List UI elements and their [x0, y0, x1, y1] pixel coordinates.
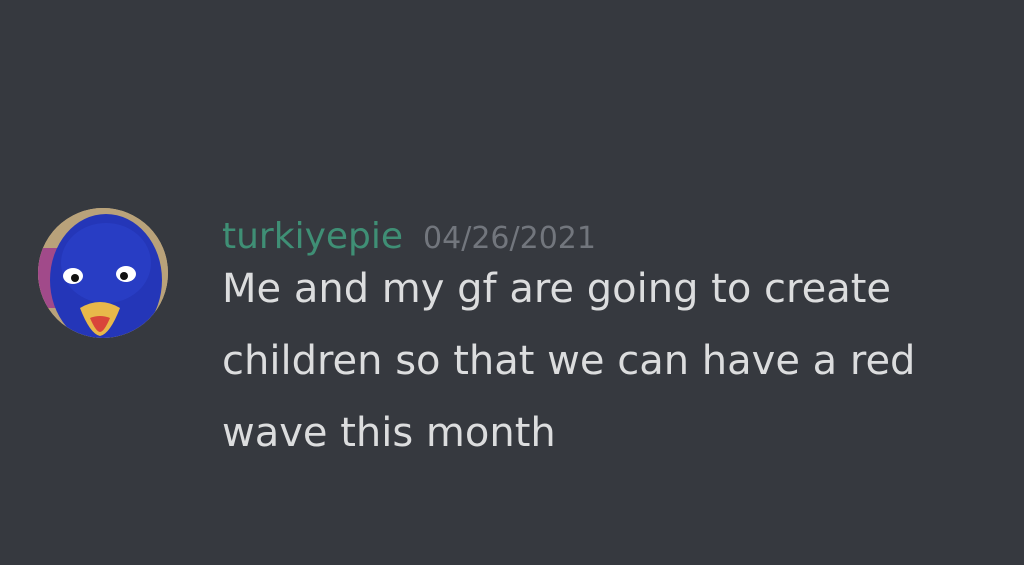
blue-bird-avatar-icon [38, 208, 168, 338]
username[interactable]: turkiyepie [222, 216, 403, 257]
timestamp: 04/26/2021 [423, 221, 596, 256]
avatar[interactable] [38, 208, 168, 338]
message-text: Me and my gf are going to create childre… [222, 266, 916, 456]
